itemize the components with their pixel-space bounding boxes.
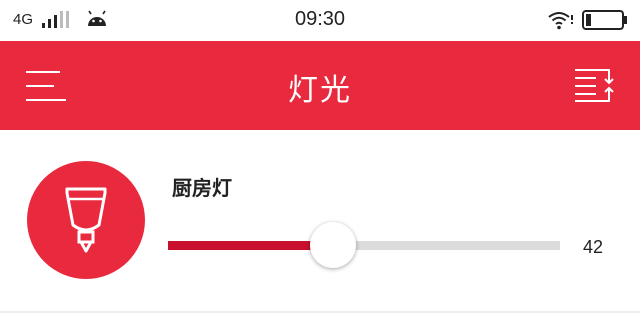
switch-icon [575,69,614,102]
device-avatar[interactable] [27,161,145,279]
device-card: 厨房灯 42 [0,130,640,313]
wifi-icon [546,9,576,35]
status-time: 09:30 [294,8,346,30]
page-title: 灯光 [288,73,352,108]
brightness-slider[interactable] [168,222,560,268]
app-bar: 灯光 [0,41,640,130]
slider-fill [168,241,333,250]
battery-icon [582,9,628,35]
status-bar: 4G 09:30 [0,0,640,40]
device-name: 厨房灯 [172,176,232,200]
slider-thumb[interactable] [310,222,356,268]
switch-button[interactable] [572,65,614,105]
menu-icon [26,71,66,101]
brightness-value: 42 [583,237,604,257]
lamp-icon [65,187,107,253]
menu-button[interactable] [22,67,68,105]
